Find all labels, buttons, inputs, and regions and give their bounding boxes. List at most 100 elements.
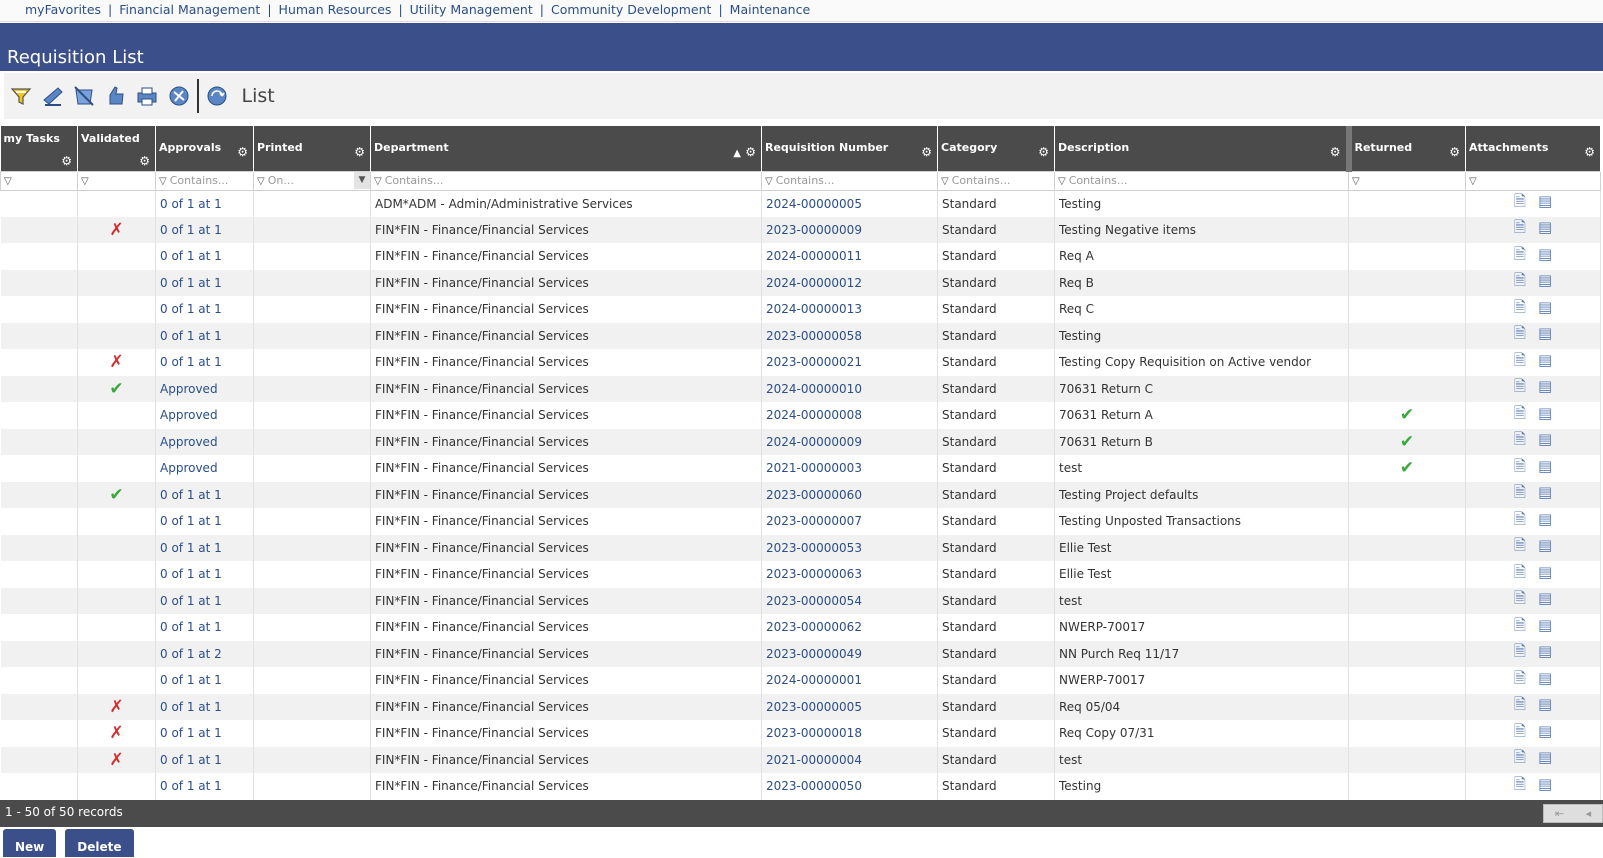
cell-approvals[interactable]: Approved: [155, 402, 254, 429]
col-description[interactable]: Description ⚙: [1054, 126, 1349, 171]
document-icon[interactable]: 🗎: [1514, 217, 1526, 242]
document-icon[interactable]: 🗎: [1514, 270, 1526, 295]
notes-icon[interactable]: ▤: [1538, 510, 1552, 528]
document-icon[interactable]: 🗎: [1514, 429, 1526, 454]
document-icon[interactable]: 🗎: [1514, 482, 1526, 507]
cell-approvals[interactable]: 0 of 1 at 1: [155, 667, 254, 694]
filter-validated[interactable]: ▽: [77, 170, 156, 191]
filter-printed[interactable]: ▽ On... ▼: [253, 170, 371, 191]
requisition-link[interactable]: 2023-00000021: [766, 355, 862, 369]
table-row[interactable]: Approved FIN*FIN - Finance/Financial Serv…: [0, 455, 1601, 482]
approvals-link[interactable]: 0 of 1 at 1: [160, 514, 222, 528]
table-row[interactable]: 0 of 1 at 2 FIN*FIN - Finance/Financial S…: [0, 640, 1601, 667]
notes-icon[interactable]: ▤: [1538, 748, 1552, 766]
document-icon[interactable]: 🗎: [1514, 456, 1526, 481]
document-icon[interactable]: 🗎: [1514, 562, 1526, 587]
col-printed[interactable]: Printed ⚙: [253, 126, 371, 171]
approvals-link[interactable]: 0 of 1 at 1: [160, 673, 222, 687]
filter-icon[interactable]: ▽: [374, 176, 382, 187]
requisition-link[interactable]: 2023-00000062: [766, 620, 862, 634]
cell-requisition-number[interactable]: 2023-00000053: [761, 534, 938, 561]
document-icon[interactable]: 🗎: [1514, 721, 1526, 746]
document-icon[interactable]: 🗎: [1514, 191, 1526, 216]
approvals-link[interactable]: 0 of 1 at 1: [160, 779, 222, 793]
cell-requisition-number[interactable]: 2023-00000009: [761, 216, 938, 243]
cell-approvals[interactable]: 0 of 1 at 1: [155, 693, 254, 720]
cell-approvals[interactable]: Approved: [155, 455, 254, 482]
approvals-link[interactable]: 0 of 1 at 1: [160, 726, 222, 740]
document-icon[interactable]: 🗎: [1514, 297, 1526, 322]
notes-icon[interactable]: ▤: [1538, 457, 1552, 475]
col-approvals[interactable]: Approvals ⚙: [155, 126, 254, 171]
requisition-link[interactable]: 2023-00000050: [766, 779, 862, 793]
col-attachments[interactable]: Attachments ⚙: [1465, 126, 1601, 171]
cell-approvals[interactable]: 0 of 1 at 1: [155, 190, 254, 217]
gear-icon[interactable]: ⚙: [139, 154, 150, 168]
filter-approvals[interactable]: ▽ Contains...: [155, 170, 254, 191]
filter-icon[interactable]: ▽: [257, 176, 265, 187]
col-category[interactable]: Category ⚙: [937, 126, 1055, 171]
notes-icon[interactable]: ▤: [1538, 430, 1552, 448]
notes-icon[interactable]: ▤: [1538, 192, 1552, 210]
nav-link[interactable]: myFavorites: [25, 2, 101, 17]
approvals-link[interactable]: 0 of 1 at 1: [160, 355, 222, 369]
notes-icon[interactable]: ▤: [1538, 775, 1552, 793]
table-row[interactable]: ✗ 0 of 1 at 1 FIN*FIN - Finance/Financial …: [0, 720, 1601, 747]
requisition-link[interactable]: 2024-00000001: [766, 673, 862, 687]
chevron-down-icon[interactable]: ▼: [354, 172, 370, 189]
filter-icon[interactable]: ▽: [1352, 176, 1360, 187]
cell-approvals[interactable]: 0 of 1 at 1: [155, 296, 254, 323]
table-row[interactable]: ✔ Approved FIN*FIN - Finance/Financial Ser…: [0, 375, 1601, 402]
table-row[interactable]: ✗ 0 of 1 at 1 FIN*FIN - Finance/Financial …: [0, 216, 1601, 243]
cell-approvals[interactable]: 0 of 1 at 1: [155, 243, 254, 270]
requisition-link[interactable]: 2023-00000005: [766, 700, 862, 714]
requisition-link[interactable]: 2023-00000053: [766, 541, 862, 555]
table-row[interactable]: Approved FIN*FIN - Finance/Financial Serv…: [0, 402, 1601, 429]
cell-approvals[interactable]: 0 of 1 at 1: [155, 587, 254, 614]
validate-icon[interactable]: [40, 83, 66, 109]
requisition-link[interactable]: 2023-00000009: [766, 223, 862, 237]
prev-page-icon[interactable]: ◂: [1586, 807, 1592, 820]
requisition-link[interactable]: 2023-00000060: [766, 488, 862, 502]
requisition-link[interactable]: 2024-00000005: [766, 197, 862, 211]
cell-approvals[interactable]: 0 of 1 at 1: [155, 508, 254, 535]
filter-department[interactable]: ▽ Contains...: [370, 170, 762, 191]
notes-icon[interactable]: ▤: [1538, 695, 1552, 713]
cell-requisition-number[interactable]: 2023-00000062: [761, 614, 938, 641]
requisition-link[interactable]: 2023-00000007: [766, 514, 862, 528]
notes-icon[interactable]: ▤: [1538, 404, 1552, 422]
document-icon[interactable]: 🗎: [1514, 509, 1526, 534]
requisition-link[interactable]: 2024-00000011: [766, 249, 862, 263]
approvals-link[interactable]: 0 of 1 at 1: [160, 753, 222, 767]
gear-icon[interactable]: ⚙: [921, 145, 932, 159]
notes-icon[interactable]: ▤: [1538, 377, 1552, 395]
cell-approvals[interactable]: 0 of 1 at 1: [155, 561, 254, 588]
delete-button[interactable]: Delete: [65, 829, 134, 857]
document-icon[interactable]: 🗎: [1514, 376, 1526, 401]
table-row[interactable]: 0 of 1 at 1 ADM*ADM - Admin/Administrativ…: [0, 190, 1601, 217]
col-department[interactable]: Department ▲ ⚙: [370, 126, 762, 171]
notes-icon[interactable]: ▤: [1538, 563, 1552, 581]
refresh-icon[interactable]: [204, 83, 230, 109]
table-row[interactable]: ✗ 0 of 1 at 1 FIN*FIN - Finance/Financial …: [0, 746, 1601, 773]
cell-requisition-number[interactable]: 2024-00000012: [761, 269, 938, 296]
cell-requisition-number[interactable]: 2024-00000001: [761, 667, 938, 694]
filter-my-tasks[interactable]: ▽: [0, 170, 78, 191]
notes-icon[interactable]: ▤: [1538, 298, 1552, 316]
filter-icon[interactable]: ▽: [941, 176, 949, 187]
cell-approvals[interactable]: 0 of 1 at 1: [155, 773, 254, 800]
gear-icon[interactable]: ⚙: [745, 145, 756, 159]
table-row[interactable]: 0 of 1 at 1 FIN*FIN - Finance/Financial S…: [0, 561, 1601, 588]
gear-icon[interactable]: ⚙: [237, 145, 248, 159]
cell-approvals[interactable]: 0 of 1 at 1: [155, 614, 254, 641]
print-icon[interactable]: [134, 83, 160, 109]
requisition-link[interactable]: 2024-00000008: [766, 408, 862, 422]
document-icon[interactable]: 🗎: [1514, 694, 1526, 719]
filter-icon[interactable]: ▽: [1469, 176, 1477, 187]
cell-requisition-number[interactable]: 2023-00000063: [761, 561, 938, 588]
filter-attachments[interactable]: ▽: [1465, 170, 1601, 191]
gear-icon[interactable]: ⚙: [1449, 145, 1460, 159]
search-icon[interactable]: [8, 83, 34, 109]
filter-returned[interactable]: ▽: [1348, 170, 1466, 191]
filter-icon[interactable]: ▽: [4, 176, 12, 187]
